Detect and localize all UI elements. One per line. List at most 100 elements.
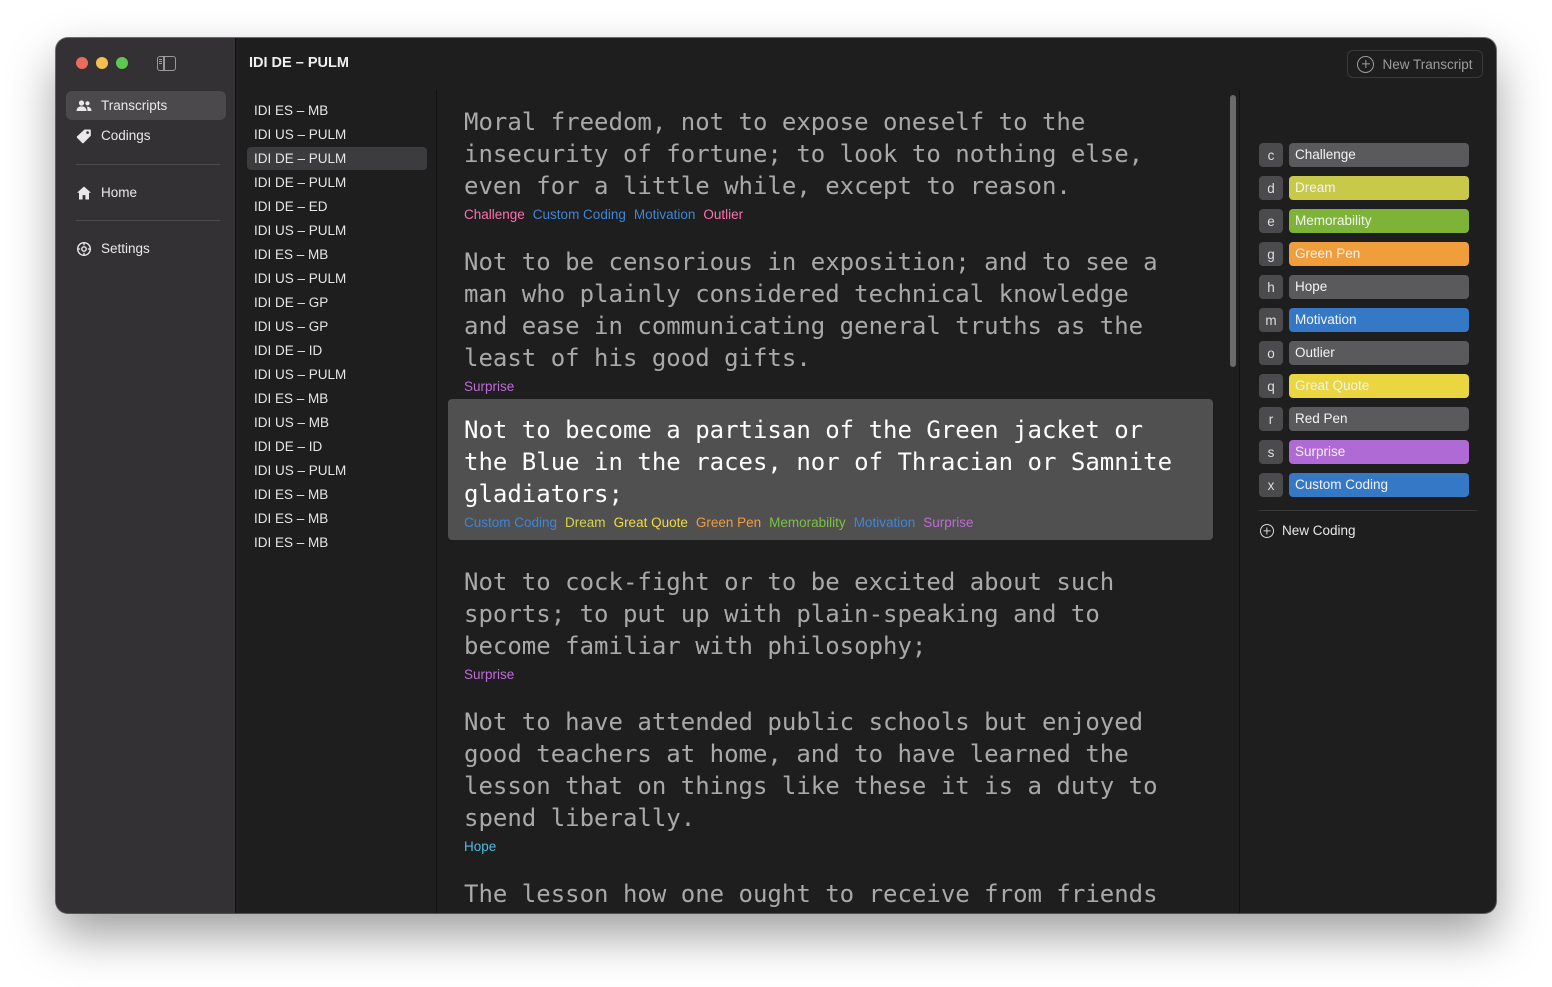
transcript-list-item[interactable]: IDI DE – GP bbox=[247, 291, 427, 314]
coding-tag[interactable]: Dream bbox=[565, 515, 606, 530]
sidebar-item-home[interactable]: Home bbox=[66, 178, 226, 207]
transcript-list-item[interactable]: IDI ES – MB bbox=[247, 507, 427, 530]
coding-tag[interactable]: Surprise bbox=[923, 515, 973, 530]
coding-row-green-pen[interactable]: g Green Pen bbox=[1259, 242, 1469, 266]
coding-label[interactable]: Great Quote bbox=[1289, 374, 1469, 398]
transcript-list-item[interactable]: IDI DE – ID bbox=[247, 339, 427, 362]
transcript-paragraph[interactable]: Not to become a partisan of the Green ja… bbox=[448, 399, 1213, 540]
paragraph-text: Not to have attended public schools but … bbox=[464, 708, 1158, 832]
toolbar: IDI DE – PULM New Transcript bbox=[237, 38, 1496, 90]
paragraph-text: Moral freedom, not to expose oneself to … bbox=[464, 108, 1144, 200]
plus-circle-icon bbox=[1260, 523, 1274, 538]
sidebar-item-codings[interactable]: Codings bbox=[66, 121, 226, 150]
transcript-list-item[interactable]: IDI ES – MB bbox=[247, 243, 427, 266]
codings-divider bbox=[1259, 510, 1477, 511]
coding-tag[interactable]: Hope bbox=[464, 839, 496, 854]
coding-row-challenge[interactable]: c Challenge bbox=[1259, 143, 1469, 167]
minimize-window-button[interactable] bbox=[96, 57, 108, 69]
coding-tag[interactable]: Custom Coding bbox=[533, 207, 626, 222]
transcript-list-item[interactable]: IDI DE – ID bbox=[247, 435, 427, 458]
sidebar-toggle-icon[interactable] bbox=[157, 56, 176, 71]
transcript-list-item[interactable]: IDI DE – PULM bbox=[247, 147, 427, 170]
transcript-list-item[interactable]: IDI US – PULM bbox=[247, 123, 427, 146]
coding-tag[interactable]: Great Quote bbox=[614, 515, 688, 530]
coding-label[interactable]: Challenge bbox=[1289, 143, 1469, 167]
scrollbar[interactable] bbox=[1230, 95, 1236, 367]
transcript-list: IDI ES – MB IDI US – PULM IDI DE – PULM IDI… bbox=[237, 90, 437, 913]
new-coding-label: New Coding bbox=[1282, 523, 1356, 538]
new-transcript-button[interactable]: New Transcript bbox=[1347, 50, 1483, 78]
coding-shortcut-key: e bbox=[1259, 209, 1283, 233]
transcript-paragraph[interactable]: Not to cock-fight or to be excited about… bbox=[448, 566, 1213, 682]
coding-shortcut-key: d bbox=[1259, 176, 1283, 200]
coding-tag[interactable]: Memorability bbox=[769, 515, 846, 530]
house-icon bbox=[75, 184, 92, 201]
coding-label[interactable]: Dream bbox=[1289, 176, 1469, 200]
coding-shortcut-key: m bbox=[1259, 308, 1283, 332]
transcript-paragraph[interactable]: Not to have attended public schools but … bbox=[448, 706, 1213, 854]
coding-row-custom-coding[interactable]: x Custom Coding bbox=[1259, 473, 1469, 497]
coding-label[interactable]: Surprise bbox=[1289, 440, 1469, 464]
zoom-window-button[interactable] bbox=[116, 57, 128, 69]
transcript-list-item[interactable]: IDI US – PULM bbox=[247, 459, 427, 482]
sidebar-item-settings[interactable]: Settings bbox=[66, 234, 226, 263]
sidebar-divider bbox=[76, 220, 220, 221]
sidebar-divider bbox=[76, 164, 220, 165]
transcript-paragraph[interactable]: Not to be censorious in exposition; and … bbox=[448, 246, 1213, 394]
coding-label[interactable]: Motivation bbox=[1289, 308, 1469, 332]
tag-icon bbox=[75, 127, 92, 144]
transcript-list-item[interactable]: IDI US – MB bbox=[247, 411, 427, 434]
coding-tag[interactable]: Green Pen bbox=[696, 515, 761, 530]
new-transcript-label: New Transcript bbox=[1382, 56, 1473, 72]
coding-label[interactable]: Custom Coding bbox=[1289, 473, 1469, 497]
sidebar-item-transcripts[interactable]: Transcripts bbox=[66, 91, 226, 120]
coding-tag[interactable]: Surprise bbox=[464, 667, 514, 682]
paragraph-text: The lesson how one ought to receive from… bbox=[464, 880, 1158, 908]
coding-row-dream[interactable]: d Dream bbox=[1259, 176, 1469, 200]
people-icon bbox=[75, 97, 92, 114]
paragraph-tags: Custom Coding Dream Great Quote Green Pen Me… bbox=[464, 515, 1197, 530]
coding-label[interactable]: Hope bbox=[1289, 275, 1469, 299]
coding-tag[interactable]: Challenge bbox=[464, 207, 525, 222]
coding-tag[interactable]: Custom Coding bbox=[464, 515, 557, 530]
sidebar: Transcripts Codings Home Settings bbox=[56, 38, 236, 913]
sidebar-item-label: Codings bbox=[101, 128, 151, 143]
transcript-list-item[interactable]: IDI ES – MB bbox=[247, 483, 427, 506]
paragraph-text: Not to cock-fight or to be excited about… bbox=[464, 568, 1115, 660]
coding-row-outlier[interactable]: o Outlier bbox=[1259, 341, 1469, 365]
transcript-list-item[interactable]: IDI US – PULM bbox=[247, 219, 427, 242]
coding-row-motivation[interactable]: m Motivation bbox=[1259, 308, 1469, 332]
coding-label[interactable]: Red Pen bbox=[1289, 407, 1469, 431]
coding-row-red-pen[interactable]: r Red Pen bbox=[1259, 407, 1469, 431]
coding-row-surprise[interactable]: s Surprise bbox=[1259, 440, 1469, 464]
transcript-list-item[interactable]: IDI US – PULM bbox=[247, 267, 427, 290]
coding-shortcut-key: q bbox=[1259, 374, 1283, 398]
coding-row-hope[interactable]: h Hope bbox=[1259, 275, 1469, 299]
coding-row-memorability[interactable]: e Memorability bbox=[1259, 209, 1469, 233]
coding-tag[interactable]: Surprise bbox=[464, 379, 514, 394]
coding-label[interactable]: Outlier bbox=[1289, 341, 1469, 365]
coding-tag[interactable]: Motivation bbox=[634, 207, 696, 222]
transcript-paragraph[interactable]: Moral freedom, not to expose oneself to … bbox=[448, 106, 1213, 222]
transcript-list-item[interactable]: IDI DE – ED bbox=[247, 195, 427, 218]
coding-tag[interactable]: Outlier bbox=[703, 207, 743, 222]
new-coding-button[interactable]: New Coding bbox=[1260, 523, 1356, 538]
transcript-content: The lesson how one ought to receive from… bbox=[438, 90, 1238, 913]
transcript-list-item[interactable]: IDI US – GP bbox=[247, 315, 427, 338]
transcript-list-item[interactable]: IDI ES – MB bbox=[247, 99, 427, 122]
transcript-list-item[interactable]: IDI DE – PULM bbox=[247, 171, 427, 194]
coding-label[interactable]: Memorability bbox=[1289, 209, 1469, 233]
coding-tag[interactable]: Motivation bbox=[854, 515, 916, 530]
window-controls bbox=[76, 57, 128, 69]
transcript-list-item[interactable]: IDI US – PULM bbox=[247, 363, 427, 386]
transcript-list-item[interactable]: IDI ES – MB bbox=[247, 387, 427, 410]
page-title: IDI DE – PULM bbox=[249, 55, 349, 71]
transcript-list-item[interactable]: IDI ES – MB bbox=[247, 531, 427, 554]
gear-icon bbox=[75, 240, 92, 257]
transcript-paragraph[interactable]: The lesson how one ought to receive from… bbox=[448, 878, 1213, 910]
coding-label[interactable]: Green Pen bbox=[1289, 242, 1469, 266]
paragraph-text: Not to be censorious in exposition; and … bbox=[464, 248, 1158, 372]
paragraph-tags: Challenge Custom Coding Motivation Outlier bbox=[464, 207, 1197, 222]
coding-row-great-quote[interactable]: q Great Quote bbox=[1259, 374, 1469, 398]
close-window-button[interactable] bbox=[76, 57, 88, 69]
